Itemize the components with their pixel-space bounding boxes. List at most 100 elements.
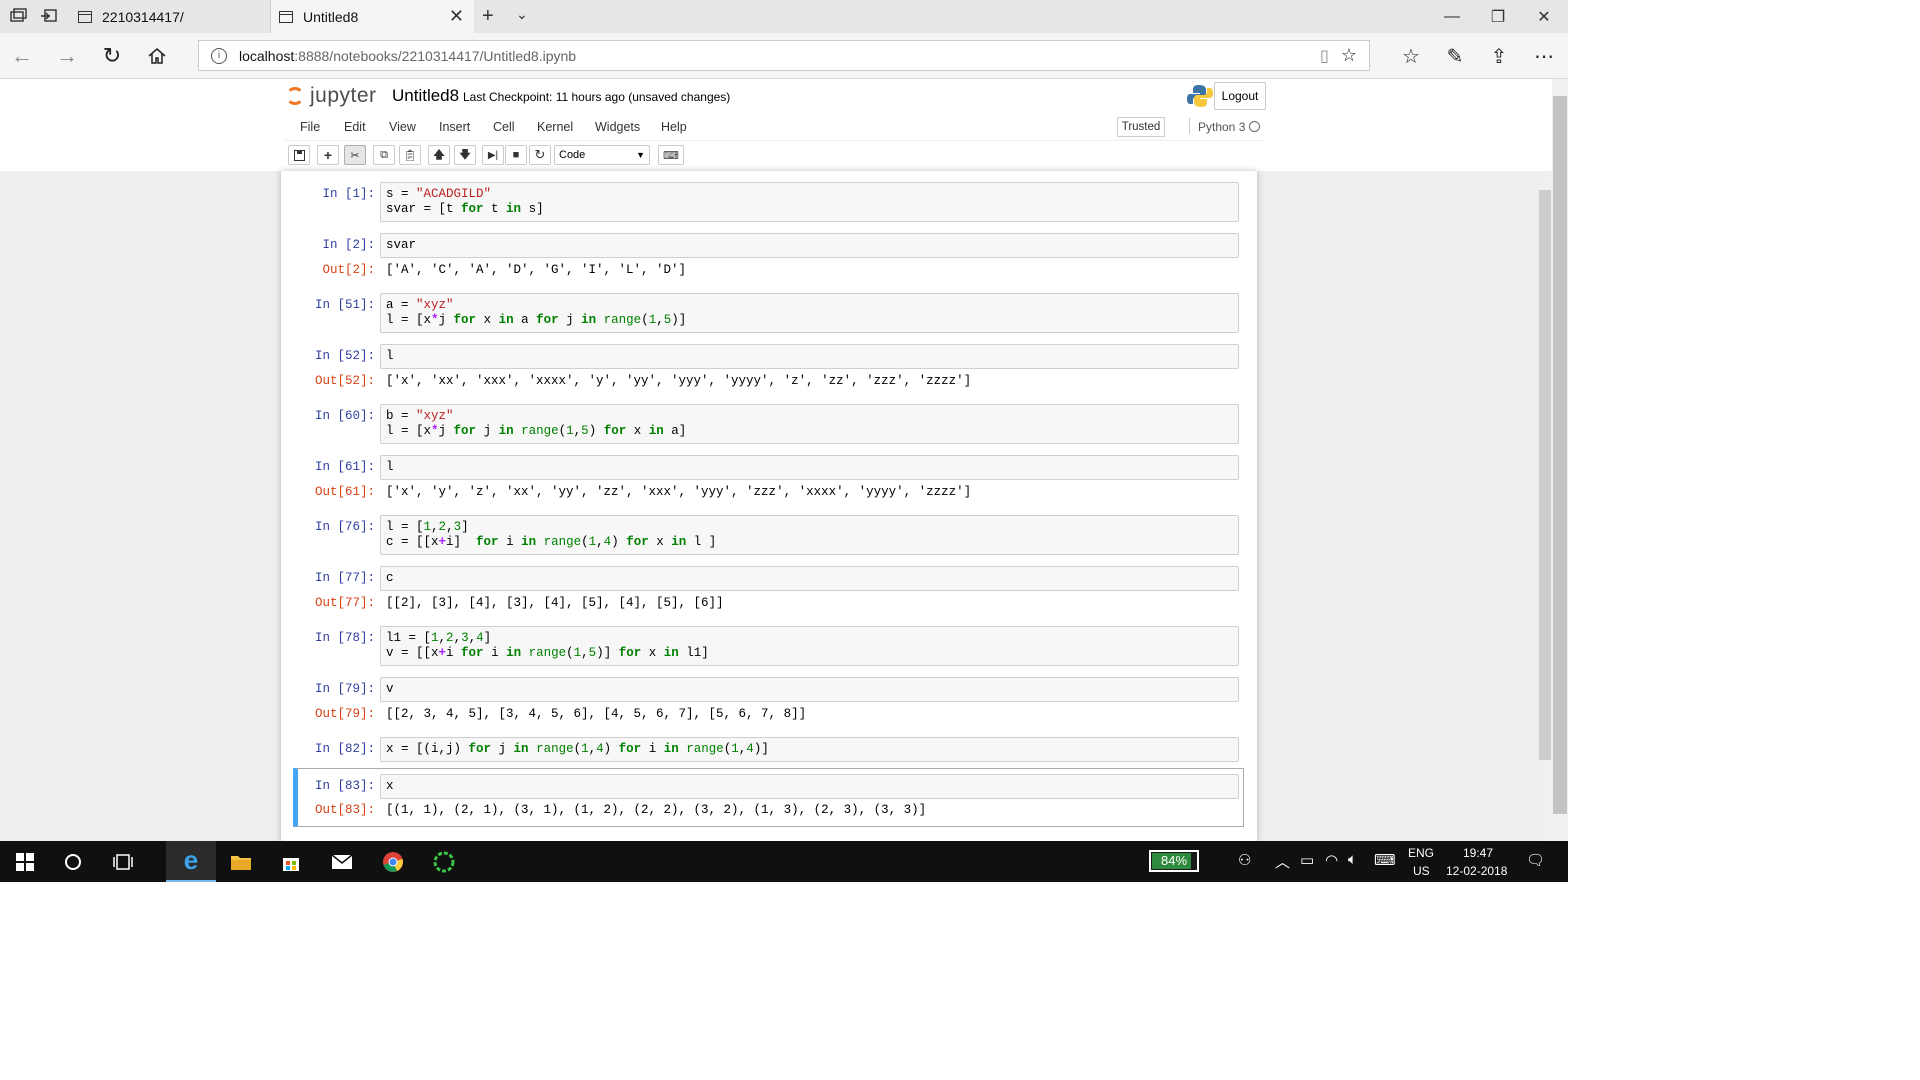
url-field[interactable]: i localhost:8888/notebooks/2210314417/Un… xyxy=(198,40,1370,71)
divider xyxy=(1189,118,1190,134)
input-prompt: In [2]: xyxy=(322,238,375,252)
touch-keyboard-icon[interactable]: ⌨ xyxy=(1374,851,1396,869)
chrome-icon[interactable] xyxy=(368,841,418,882)
code-line: svar = [t for t in s] xyxy=(386,202,544,216)
start-windows-icon[interactable] xyxy=(0,841,50,882)
run-step-icon[interactable]: ▶| xyxy=(482,145,504,165)
set-aside-tabs-icon[interactable] xyxy=(40,8,58,24)
keyboard-icon[interactable]: ⌨ xyxy=(658,145,684,165)
tab-untitled8[interactable]: Untitled8 ✕ xyxy=(271,0,474,33)
mail-icon[interactable] xyxy=(317,841,367,882)
app-ring-icon[interactable] xyxy=(419,841,469,882)
input-prompt: In [82]: xyxy=(314,742,375,756)
reading-view-icon[interactable]: ▯ xyxy=(1320,46,1329,66)
kernel-idle-icon xyxy=(1249,121,1260,132)
share-icon[interactable]: ⇪ xyxy=(1486,43,1512,69)
input-prompt: In [77]: xyxy=(314,571,375,585)
favorite-star-icon[interactable]: ☆ xyxy=(1341,45,1357,66)
more-menu-icon[interactable]: ⋯ xyxy=(1531,43,1557,69)
cell-type-select[interactable]: Code ▼ xyxy=(554,145,650,165)
code-cell-input[interactable] xyxy=(380,566,1239,591)
refresh-icon[interactable]: ↻ xyxy=(99,43,125,69)
save-icon[interactable] xyxy=(288,145,310,165)
url-path: :8888/notebooks/2210314417/Untitled8.ipy… xyxy=(294,47,577,64)
battery-indicator[interactable]: 84% xyxy=(1149,850,1199,872)
cell-output: ['x', 'xx', 'xxx', 'xxxx', 'y', 'yy', 'y… xyxy=(386,374,972,388)
code-line: l = [x*j for j in range(1,5) for x in a] xyxy=(386,424,687,438)
code-cell-input[interactable] xyxy=(380,774,1239,799)
code-cell-input[interactable] xyxy=(380,233,1239,258)
stop-square-icon[interactable]: ■ xyxy=(505,145,527,165)
new-tab-icon[interactable]: + xyxy=(482,5,494,28)
page-scrollbar-thumb[interactable] xyxy=(1553,96,1567,814)
code-cell-input[interactable] xyxy=(380,677,1239,702)
notebook-name[interactable]: Untitled8 xyxy=(392,86,459,106)
menu-help[interactable]: Help xyxy=(661,120,687,134)
clock-time[interactable]: 19:47 xyxy=(1463,846,1493,860)
wifi-icon[interactable]: ◠ xyxy=(1325,851,1338,869)
forward-arrow-icon[interactable]: → xyxy=(54,43,80,69)
move-up-arrow-icon[interactable]: 🡅︎ xyxy=(428,145,450,165)
output-prompt: Out[83]: xyxy=(314,803,375,817)
volume-icon[interactable]: 🔈︎ xyxy=(1348,851,1357,868)
store-icon[interactable] xyxy=(266,841,316,882)
input-prompt: In [52]: xyxy=(314,349,375,363)
page-icon xyxy=(78,10,92,23)
people-icon[interactable]: ⚇ xyxy=(1238,851,1251,869)
trusted-indicator[interactable]: Trusted xyxy=(1117,117,1165,137)
browser-tab-bar: 2210314417/ Untitled8 ✕ + ⌄ — ❐ ✕ xyxy=(0,0,1568,33)
tab-title: Untitled8 xyxy=(303,8,359,25)
code-line: l1 = [1,2,3,4] xyxy=(386,631,492,645)
input-prompt: In [76]: xyxy=(314,520,375,534)
notebook-scrollbar-thumb[interactable] xyxy=(1539,190,1551,760)
menu-view[interactable]: View xyxy=(389,120,416,134)
copy-icon[interactable]: ⧉ xyxy=(373,145,395,165)
battery-tray-icon[interactable]: ▭ xyxy=(1300,851,1314,869)
code-cell-input[interactable] xyxy=(380,344,1239,369)
cortana-search-icon[interactable] xyxy=(48,841,98,882)
file-explorer-icon[interactable] xyxy=(216,841,266,882)
page-icon xyxy=(279,10,293,23)
insert-cell-plus-icon[interactable]: + xyxy=(317,145,339,165)
menu-insert[interactable]: Insert xyxy=(439,120,470,134)
tab-manager-icon[interactable] xyxy=(9,8,27,24)
menu-cell[interactable]: Cell xyxy=(493,120,515,134)
edge-browser-icon[interactable]: e xyxy=(166,841,216,882)
minimize-button[interactable]: — xyxy=(1429,0,1475,33)
tab-2210314417[interactable]: 2210314417/ xyxy=(70,0,271,33)
code-cell-input[interactable] xyxy=(380,455,1239,480)
web-note-pen-icon[interactable]: ✎ xyxy=(1442,43,1468,69)
menu-kernel[interactable]: Kernel xyxy=(537,120,573,134)
kernel-name: Python 3 xyxy=(1198,120,1246,134)
code-line: c xyxy=(386,571,394,585)
menu-edit[interactable]: Edit xyxy=(344,120,366,134)
move-down-arrow-icon[interactable]: 🡇︎ xyxy=(454,145,476,165)
action-center-icon[interactable]: 🗨︎ xyxy=(1526,851,1545,869)
home-icon[interactable] xyxy=(144,43,170,69)
site-info-icon[interactable]: i xyxy=(211,47,227,64)
code-line: l = [1,2,3] xyxy=(386,520,469,534)
favorites-hub-icon[interactable]: ☆ xyxy=(1398,43,1424,69)
input-language[interactable]: ENG xyxy=(1408,846,1434,860)
input-prompt: In [61]: xyxy=(314,460,375,474)
menu-file[interactable]: File xyxy=(300,120,320,134)
close-tab-icon[interactable]: ✕ xyxy=(449,6,464,27)
close-window-button[interactable]: ✕ xyxy=(1521,0,1567,33)
back-arrow-icon[interactable]: ← xyxy=(9,43,35,69)
input-region[interactable]: US xyxy=(1413,864,1430,878)
input-prompt: In [1]: xyxy=(322,187,375,201)
menu-widgets[interactable]: Widgets xyxy=(595,120,640,134)
input-prompt: In [51]: xyxy=(314,298,375,312)
code-line: a = "xyz" xyxy=(386,298,454,312)
logout-button[interactable]: Logout xyxy=(1214,82,1266,110)
clock-date[interactable]: 12-02-2018 xyxy=(1446,864,1507,878)
cut-scissors-icon[interactable]: ✂ xyxy=(344,145,366,165)
restart-icon[interactable]: ↻ xyxy=(529,145,551,165)
cell-output: ['A', 'C', 'A', 'D', 'G', 'I', 'L', 'D'] xyxy=(386,263,687,277)
jupyter-logo[interactable]: jupyter xyxy=(286,84,377,108)
show-hidden-icons-chevron-icon[interactable]: ︿ xyxy=(1275,851,1290,872)
maximize-button[interactable]: ❐ xyxy=(1475,0,1521,33)
task-view-icon[interactable] xyxy=(98,841,148,882)
paste-icon[interactable]: 📋︎ xyxy=(399,145,421,165)
tab-preview-chevron-icon[interactable]: ⌄ xyxy=(516,6,528,23)
